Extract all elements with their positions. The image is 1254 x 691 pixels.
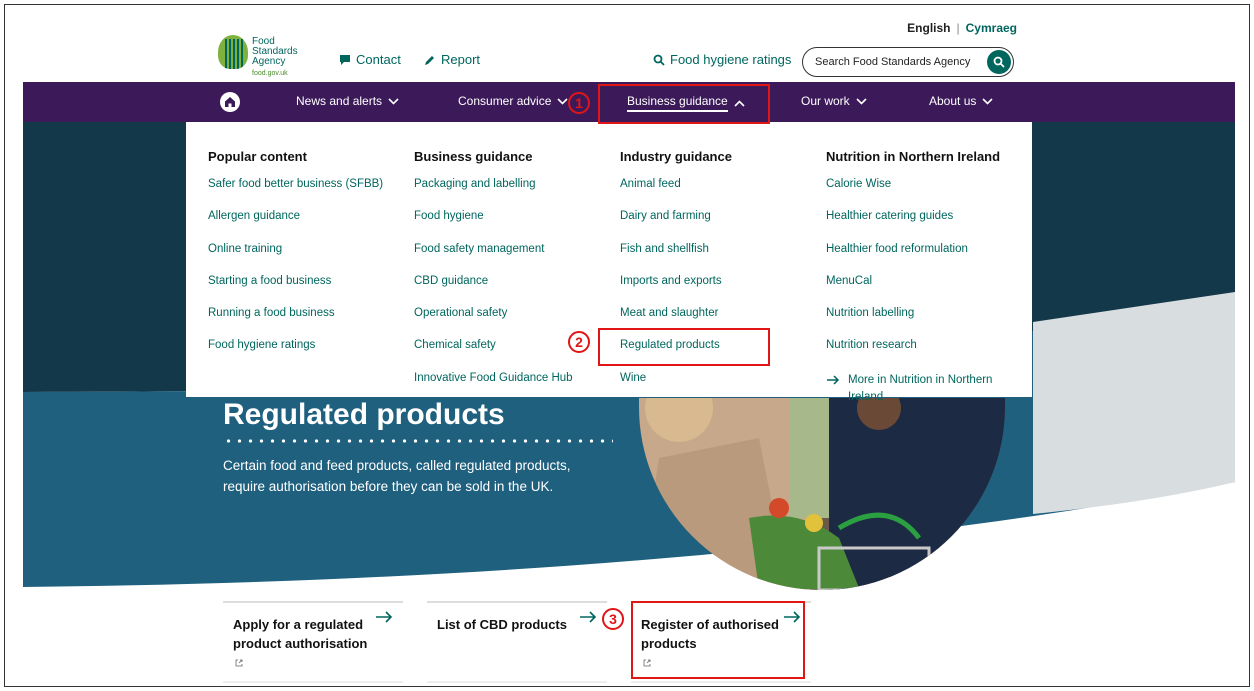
annotation-box-business-guidance: [598, 84, 770, 124]
menu-heading: Popular content: [208, 149, 307, 164]
menu-link[interactable]: Fish and shellfish: [620, 243, 732, 275]
contact-link[interactable]: Contact: [339, 52, 401, 67]
menu-column-nutrition-ni: Nutrition in Northern Ireland Calorie Wi…: [826, 149, 1008, 404]
menu-link[interactable]: Starting a food business: [208, 275, 383, 307]
arrow-right-icon: [580, 611, 597, 623]
menu-link[interactable]: Animal feed: [620, 178, 732, 210]
home-button[interactable]: [220, 92, 240, 112]
site-search: [802, 47, 1014, 77]
card-apply-authorisation[interactable]: Apply for a regulated product authorisat…: [223, 601, 403, 681]
menu-link[interactable]: MenuCal: [826, 275, 1008, 307]
nav-about-us[interactable]: About us: [929, 94, 993, 108]
menu-link[interactable]: Innovative Food Guidance Hub: [414, 372, 573, 404]
annotation-box-regulated-products: [598, 328, 770, 366]
annotation-box-register-card: [631, 601, 805, 679]
chat-icon: [340, 54, 350, 65]
menu-link[interactable]: Calorie Wise: [826, 178, 1008, 210]
card-list-of-cbd-products[interactable]: List of CBD products: [427, 601, 607, 681]
food-hygiene-ratings-link[interactable]: Food hygiene ratings: [653, 52, 791, 67]
more-nutrition-link[interactable]: More in Nutrition in Northern Ireland: [826, 372, 1008, 404]
lang-english[interactable]: English: [907, 21, 950, 35]
logo-url: food.gov.uk: [252, 70, 288, 77]
report-link[interactable]: Report: [424, 52, 480, 67]
pencil-icon: [425, 55, 434, 65]
menu-link[interactable]: Running a food business: [208, 307, 383, 339]
external-link-icon: [235, 659, 243, 667]
fsa-logo-icon: [218, 35, 248, 69]
search-button[interactable]: [987, 50, 1011, 74]
menu-link[interactable]: Healthier food reformulation: [826, 243, 1008, 275]
logo-wordmark: Food Standards Agency: [252, 36, 298, 67]
menu-link[interactable]: Wine: [620, 372, 732, 404]
menu-link[interactable]: Healthier catering guides: [826, 210, 1008, 242]
annotation-step-2: 2: [568, 331, 590, 353]
card-title: List of CBD products: [437, 617, 567, 632]
arrow-right-icon: [376, 611, 393, 623]
menu-link[interactable]: Chemical safety: [414, 339, 573, 371]
browser-frame: English | Cymraeg Food Standards Agency fo…: [4, 4, 1250, 687]
chevron-down-icon: [557, 97, 568, 105]
search-icon: [653, 54, 665, 66]
menu-heading: Nutrition in Northern Ireland: [826, 149, 1001, 164]
menu-heading: Industry guidance: [620, 149, 732, 164]
chevron-down-icon: [388, 97, 399, 105]
annotation-step-1: 1: [568, 92, 590, 114]
language-switch: English | Cymraeg: [907, 21, 1017, 35]
lang-separator: |: [956, 21, 960, 35]
menu-link[interactable]: Imports and exports: [620, 275, 732, 307]
menu-link[interactable]: Dairy and farming: [620, 210, 732, 242]
menu-link[interactable]: Online training: [208, 243, 383, 275]
menu-link[interactable]: Safer food better business (SFBB): [208, 178, 383, 210]
card-title: Apply for a regulated product authorisat…: [233, 617, 368, 651]
arrow-right-icon: [827, 375, 840, 385]
menu-link[interactable]: Food hygiene ratings: [208, 339, 383, 371]
menu-link[interactable]: CBD guidance: [414, 275, 573, 307]
search-icon: [993, 56, 1005, 68]
menu-link[interactable]: Nutrition research: [826, 339, 1008, 371]
menu-link[interactable]: Operational safety: [414, 307, 573, 339]
home-icon: [225, 97, 235, 107]
menu-link[interactable]: Nutrition labelling: [826, 307, 1008, 339]
menu-heading: Business guidance: [414, 149, 533, 164]
page-description: Certain food and feed products, called r…: [223, 458, 571, 494]
fsa-logo[interactable]: Food Standards Agency food.gov.uk: [218, 35, 308, 79]
nav-our-work[interactable]: Our work: [801, 94, 867, 108]
nav-news-and-alerts[interactable]: News and alerts: [296, 94, 399, 108]
search-input[interactable]: [815, 56, 983, 68]
menu-column-business-guidance: Business guidance Packaging and labellin…: [414, 149, 573, 404]
annotation-step-3: 3: [602, 608, 624, 630]
lang-welsh[interactable]: Cymraeg: [966, 21, 1017, 35]
menu-link[interactable]: Food hygiene: [414, 210, 573, 242]
chevron-down-icon: [856, 97, 867, 105]
menu-column-popular-content: Popular content Safer food better busine…: [208, 149, 383, 372]
title-dotted-divider: [223, 439, 613, 443]
menu-link[interactable]: Allergen guidance: [208, 210, 383, 242]
chevron-down-icon: [982, 97, 993, 105]
menu-link[interactable]: Food safety management: [414, 243, 573, 275]
menu-link[interactable]: Packaging and labelling: [414, 178, 573, 210]
nav-consumer-advice[interactable]: Consumer advice: [458, 94, 568, 108]
